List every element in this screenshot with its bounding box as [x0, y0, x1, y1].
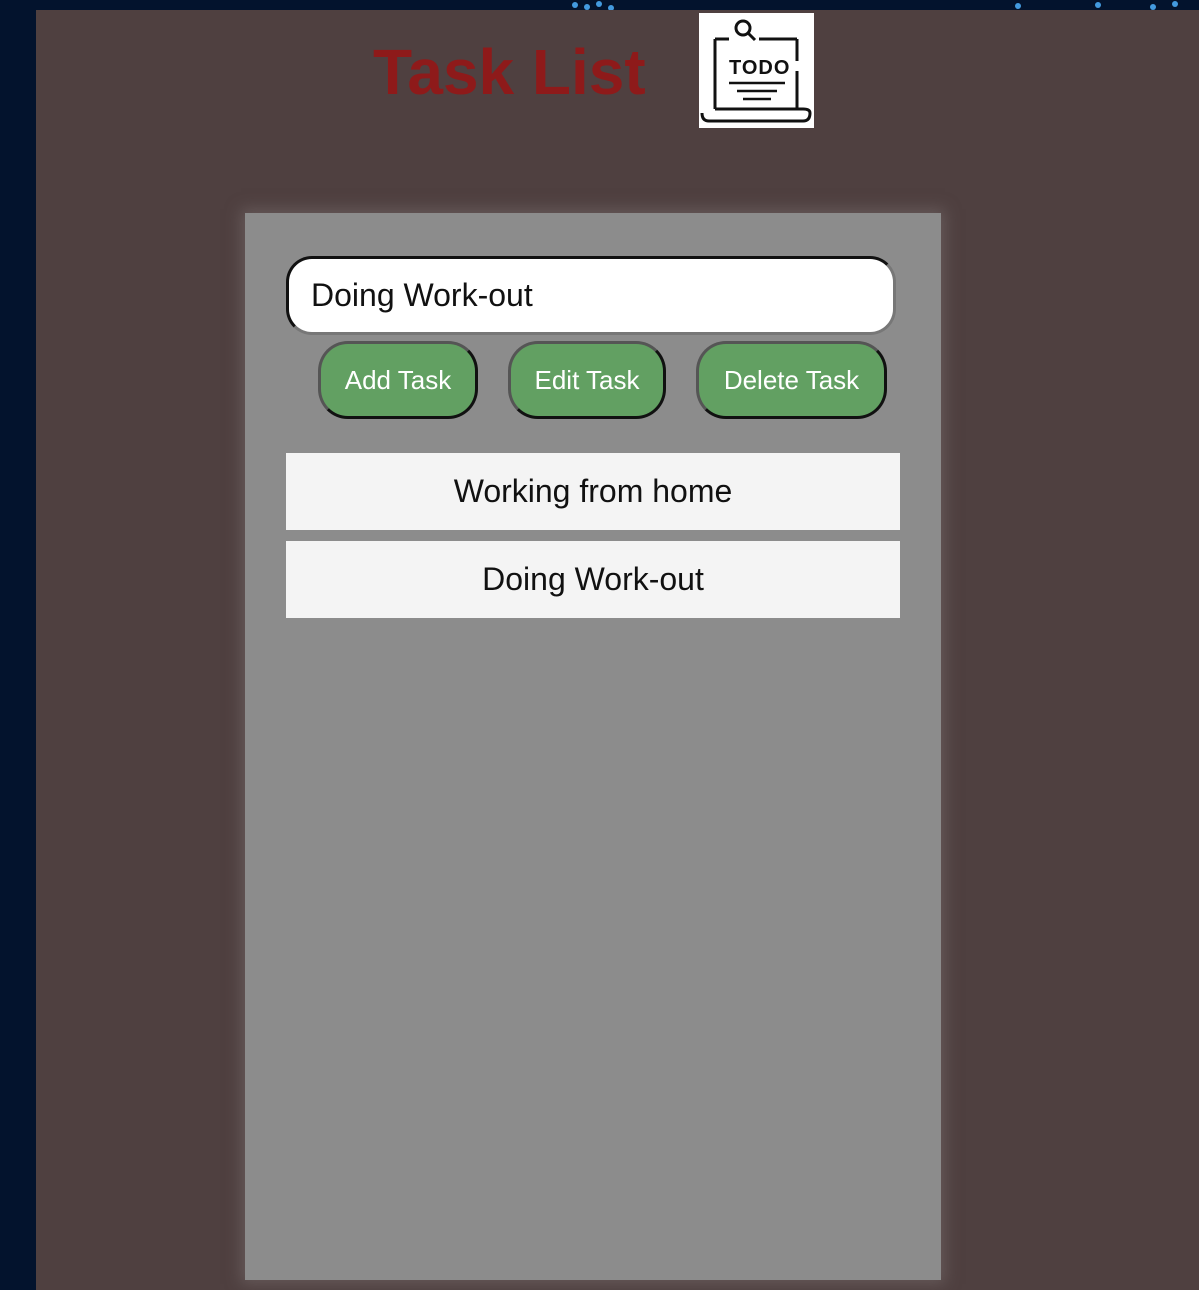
task-card: Add Task Edit Task Delete Task Working f… [245, 213, 941, 1280]
todo-logo-icon: TODO [699, 13, 814, 128]
page-title: Task List [373, 36, 646, 108]
delete-task-button[interactable]: Delete Task [696, 341, 887, 419]
task-input[interactable] [286, 256, 896, 335]
task-list-item[interactable]: Doing Work-out [286, 541, 900, 618]
header: Task List TODO [36, 10, 1199, 150]
app-container: Task List TODO Doing Work-out Add Task E… [36, 10, 1199, 1290]
task-list: Working from home Doing Work-out [286, 453, 900, 629]
add-task-button[interactable]: Add Task [318, 341, 478, 419]
task-list-item[interactable]: Working from home [286, 453, 900, 530]
todo-logo-text: TODO [729, 57, 791, 79]
edit-task-button[interactable]: Edit Task [508, 341, 666, 419]
